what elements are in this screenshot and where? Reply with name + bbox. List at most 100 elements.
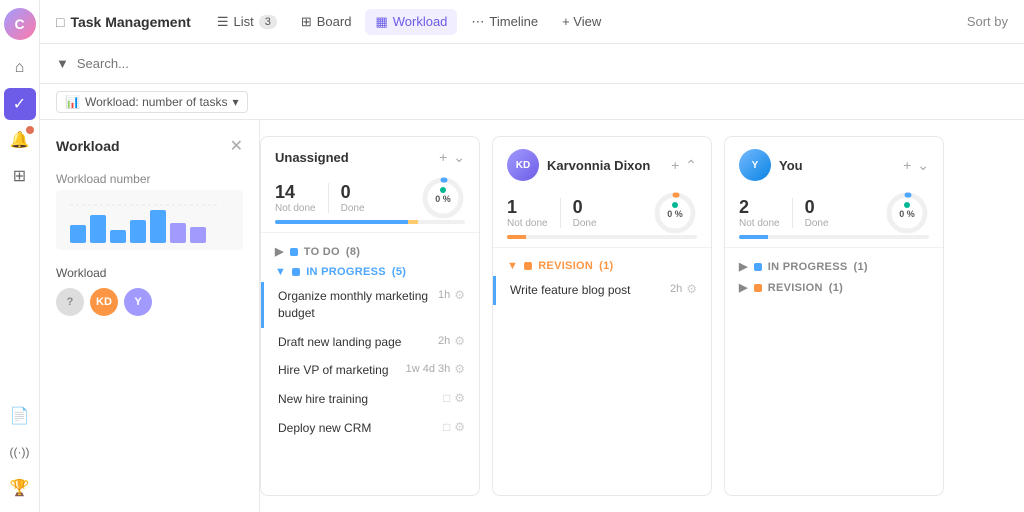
metric-toolbar: 📊 Workload: number of tasks ▾ xyxy=(40,84,1024,120)
sidebar-icon-doc[interactable]: 📄 xyxy=(4,400,36,432)
avatar-you: Y xyxy=(124,288,152,316)
app-logo[interactable]: C xyxy=(4,8,36,40)
workload-panel-header: Workload ✕ xyxy=(56,136,243,156)
bar-blue xyxy=(275,220,408,224)
task-settings-icon-2[interactable]: ⚙ xyxy=(454,362,465,376)
nav-view-add[interactable]: + View xyxy=(552,9,611,34)
stat-not-done-y: 2 Not done xyxy=(739,197,780,229)
task-settings-icon-3[interactable]: ⚙ xyxy=(454,391,465,405)
column-karvonnia-add[interactable]: + xyxy=(671,157,679,174)
task-new-hire[interactable]: New hire training □ ⚙ xyxy=(261,385,479,414)
column-you-add[interactable]: + xyxy=(903,157,911,174)
task-settings-icon-1[interactable]: ⚙ xyxy=(454,334,465,348)
section-in-progress[interactable]: ▼ IN PROGRESS (5) xyxy=(261,262,479,282)
task-settings-icon-4[interactable]: ⚙ xyxy=(454,420,465,434)
task-organize-marketing[interactable]: Organize monthly marketing budget 1h ⚙ xyxy=(261,282,479,328)
task-checkbox-4[interactable]: □ xyxy=(443,420,450,434)
column-title-karvonnia: KD Karvonnia Dixon xyxy=(507,149,650,181)
top-navigation: □ Task Management ☰ List 3 ⊞ Board ▦ Wor… xyxy=(40,0,1024,44)
column-you: Y You + ⌄ 2 Not done xyxy=(724,136,944,496)
task-draft-landing[interactable]: Draft new landing page 2h ⚙ xyxy=(261,328,479,357)
workload-mini-chart xyxy=(56,190,243,250)
chart-icon: 📊 xyxy=(65,95,80,109)
section-dot-in-progress xyxy=(292,268,300,276)
column-collapse-button[interactable]: ⌄ xyxy=(453,149,465,166)
task-deploy-crm[interactable]: Deploy new CRM □ ⚙ xyxy=(261,414,479,443)
column-karvonnia-collapse[interactable]: ⌃ xyxy=(685,157,697,174)
section-revision-k[interactable]: ▼ REVISION (1) xyxy=(493,256,711,276)
column-add-button[interactable]: + xyxy=(439,149,447,166)
section-in-progress-you[interactable]: ▶ IN PROGRESS (1) xyxy=(725,256,943,277)
nav-board[interactable]: ⊞ Board xyxy=(291,9,362,35)
avatar-karvonnia-col: KD xyxy=(507,149,539,181)
workload-number-section: Workload number xyxy=(56,172,243,250)
content-area: Workload ✕ Workload number xyxy=(40,120,1024,512)
progress-bar-you xyxy=(739,235,929,239)
column-you-stats: 2 Not done 0 Done 0 % xyxy=(739,191,929,235)
task-write-blog[interactable]: Write feature blog post 2h ⚙ xyxy=(493,276,711,305)
task-settings-icon[interactable]: ⚙ xyxy=(454,288,465,302)
task-meta-4: □ ⚙ xyxy=(443,420,465,434)
bar-orange-k xyxy=(507,235,526,239)
progress-bar-unassigned xyxy=(275,220,465,224)
workload-number-label: Workload number xyxy=(56,172,243,186)
nav-list[interactable]: ☰ List 3 xyxy=(207,9,287,35)
list-icon: ☰ xyxy=(217,14,229,30)
stat-not-done: 14 Not done xyxy=(275,182,316,214)
filter-icon: ▼ xyxy=(56,56,69,71)
task-meta-2: 1w 4d 3h ⚙ xyxy=(406,362,465,376)
timeline-icon: ⋯ xyxy=(471,14,484,30)
sidebar-icon-tasks[interactable]: ✓ xyxy=(4,88,36,120)
column-karvonnia: KD Karvonnia Dixon + ⌃ 1 Not done xyxy=(492,136,712,496)
section-chevron-ip-you: ▶ xyxy=(739,260,748,273)
section-revision-you[interactable]: ▶ REVISION (1) xyxy=(725,277,943,298)
board-icon: ⊞ xyxy=(301,14,312,30)
stat-not-done-k: 1 Not done xyxy=(507,197,548,229)
column-unassigned: Unassigned + ⌄ 14 Not done xyxy=(260,136,480,496)
sidebar-icon-apps[interactable]: ⊞ xyxy=(4,160,36,192)
column-body-you: ▶ IN PROGRESS (1) ▶ REVISION (1) xyxy=(725,248,943,495)
sidebar-icon-bell[interactable]: 🔔 xyxy=(4,124,36,156)
stat-sep-y xyxy=(792,198,793,228)
nav-workload[interactable]: ▦ Workload xyxy=(365,9,457,35)
bar-yellow xyxy=(408,220,418,224)
sidebar-icon-home[interactable]: ⌂ xyxy=(4,52,36,84)
workload-panel-close-button[interactable]: ✕ xyxy=(230,136,243,156)
stat-done-y: 0 Done xyxy=(805,197,829,229)
avatar-you-col: Y xyxy=(739,149,771,181)
page-title: □ Task Management xyxy=(56,14,191,30)
task-checkbox-3[interactable]: □ xyxy=(443,391,450,405)
bar-blue-y xyxy=(739,235,768,239)
filter-button[interactable]: ▼ xyxy=(56,56,69,71)
column-karvonnia-actions: + ⌃ xyxy=(671,157,697,174)
column-karvonnia-header-top: KD Karvonnia Dixon + ⌃ xyxy=(507,149,697,181)
task-hire-vp[interactable]: Hire VP of marketing 1w 4d 3h ⚙ xyxy=(261,356,479,385)
stat-sep-k xyxy=(560,198,561,228)
column-you-collapse[interactable]: ⌄ xyxy=(917,157,929,174)
column-you-actions: + ⌄ xyxy=(903,157,929,174)
donut-chart-you: 0 % xyxy=(885,191,929,235)
section-count-todo: (8) xyxy=(346,246,360,258)
list-badge: 3 xyxy=(259,15,277,29)
nav-timeline[interactable]: ⋯ Timeline xyxy=(461,9,548,35)
section-chevron-in-progress: ▼ xyxy=(275,266,286,278)
column-body-unassigned: ▶ TO DO (8) ▼ IN PROGRESS (5) Organi xyxy=(261,233,479,495)
donut-chart-karvonnia: 0 % xyxy=(653,191,697,235)
task-meta-blog: 2h ⚙ xyxy=(670,282,697,296)
workload-metric-button[interactable]: 📊 Workload: number of tasks ▾ xyxy=(56,91,248,113)
workload-chart-label: Workload xyxy=(56,266,243,280)
stat-sep xyxy=(328,183,329,213)
section-chevron-rev-you: ▶ xyxy=(739,281,748,294)
kanban-board: Unassigned + ⌄ 14 Not done xyxy=(260,120,1024,512)
task-settings-icon-blog[interactable]: ⚙ xyxy=(686,282,697,296)
task-meta-0: 1h ⚙ xyxy=(438,288,465,302)
search-input[interactable] xyxy=(77,56,1008,71)
donut-chart-unassigned: 0 % xyxy=(421,176,465,220)
sidebar-icon-trophy[interactable]: 🏆 xyxy=(4,472,36,504)
search-toolbar: ▼ xyxy=(40,44,1024,84)
section-todo[interactable]: ▶ TO DO (8) xyxy=(261,241,479,262)
sidebar: C ⌂ ✓ 🔔 ⊞ 📄 ((·)) 🏆 xyxy=(0,0,40,512)
sidebar-icon-radio[interactable]: ((·)) xyxy=(4,436,36,468)
svg-text:0 %: 0 % xyxy=(667,209,683,219)
sort-by-button[interactable]: Sort by xyxy=(967,14,1008,29)
